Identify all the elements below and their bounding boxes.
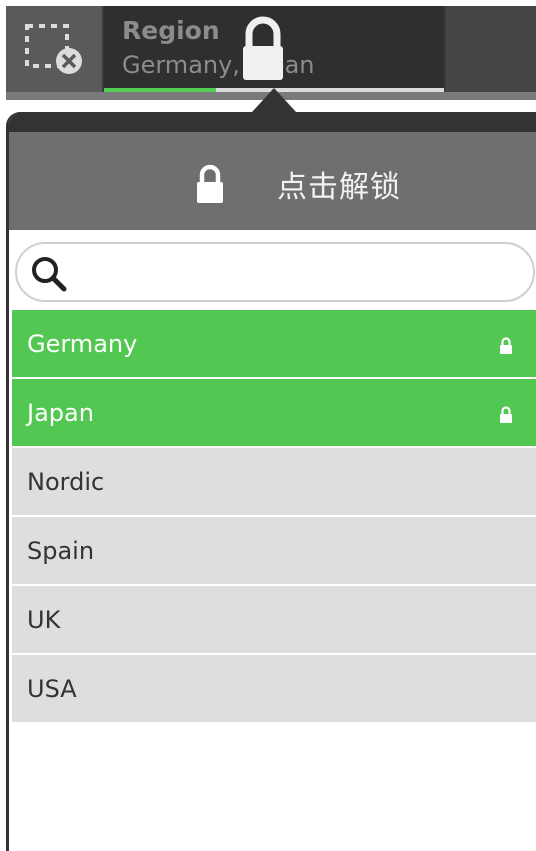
selection-popover-screen: Region Germany, Japan 点击解锁 Germany Japan… (0, 0, 536, 851)
list-item-label: Japan (27, 399, 94, 427)
list-item-label: UK (27, 606, 61, 634)
popover-top-edge (9, 112, 536, 132)
unlock-button[interactable]: 点击解锁 (9, 132, 536, 230)
popover-caret (252, 88, 296, 112)
list-item-label: USA (27, 675, 77, 703)
search-box[interactable] (15, 242, 535, 302)
selections-bar-empty-slot (446, 6, 536, 92)
search-icon (32, 257, 67, 292)
field-title: Region (122, 16, 220, 45)
lock-icon (197, 164, 223, 203)
value-list: Germany Japan Nordic Spain UK USA (12, 310, 536, 724)
lock-icon (243, 16, 283, 80)
search-input[interactable] (77, 254, 521, 292)
listbox-popover: 点击解锁 Germany Japan Nordic Spain UK USA (6, 112, 536, 851)
list-item-usa[interactable]: USA (12, 655, 536, 722)
unlock-label: 点击解锁 (277, 170, 401, 205)
list-item-japan[interactable]: Japan (12, 379, 536, 446)
list-item-germany[interactable]: Germany (12, 310, 536, 377)
region-selection-chip[interactable]: Region Germany, Japan (104, 6, 444, 92)
list-item-label: Germany (27, 330, 138, 358)
lock-icon (500, 406, 512, 423)
list-item-label: Nordic (27, 468, 105, 496)
list-item-spain[interactable]: Spain (12, 517, 536, 584)
clear-selections-icon (25, 24, 82, 74)
list-item-label: Spain (27, 537, 95, 565)
list-item-uk[interactable]: UK (12, 586, 536, 653)
selections-bar: Region Germany, Japan (6, 6, 536, 92)
lock-icon (500, 337, 512, 354)
clear-all-selections-button[interactable] (6, 6, 102, 92)
list-item-nordic[interactable]: Nordic (12, 448, 536, 515)
